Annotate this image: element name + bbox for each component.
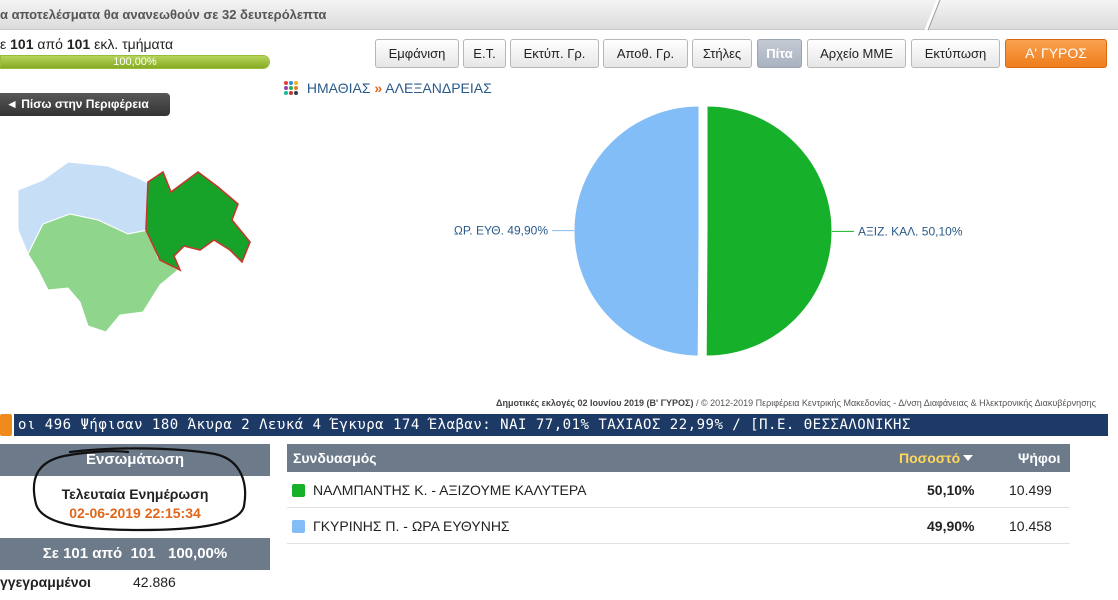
refresh-bar: α αποτελέσματα θα ανανεωθούν σε 32 δευτε… — [0, 0, 1118, 30]
combination-votes: 10.458 — [1009, 518, 1052, 534]
table-row[interactable]: ΝΑΛΜΠΑΝΤΗΣ Κ. - ΑΞΙΖΟΥΜΕ ΚΑΛΥΤΕΡΑ 50,10%… — [287, 472, 1070, 508]
breadcrumb-prefecture[interactable]: ΗΜΑΘΙΑΣ — [307, 80, 371, 96]
results-table: Συνδυασμός Ποσοστό Ψήφοι ΝΑΛΜΠΑΝΤΗΣ Κ. -… — [287, 444, 1070, 544]
combination-votes: 10.499 — [1009, 482, 1052, 498]
col-combination[interactable]: Συνδυασμός — [293, 450, 377, 466]
map-region-alexandreia[interactable] — [145, 170, 251, 272]
color-swatch — [292, 484, 305, 497]
back-to-region-button[interactable]: ◄ Πίσω στην Περιφέρεια — [0, 93, 170, 116]
pie-button[interactable]: Πίτα — [757, 39, 802, 68]
combination-name: ΝΑΛΜΠΑΝΤΗΣ Κ. - ΑΞΙΖΟΥΜΕ ΚΑΛΥΤΕΡΑ — [313, 482, 587, 498]
sections-counted-label: ε 101 από 101 εκλ. τμήματα — [0, 36, 174, 52]
color-swatch — [292, 520, 305, 533]
progress-percent: 100,00% — [113, 56, 157, 68]
columns-button[interactable]: Στήλες — [692, 39, 752, 68]
sections-summary: Σε 101 από 101 100,00% — [0, 538, 270, 570]
results-pie-chart: ΑΞΙΖ. ΚΑΛ. 50,10% ΩΡ. ΕΥΘ. 49,90% — [454, 105, 963, 357]
breadcrumb-separator: » — [374, 80, 383, 96]
combination-percent: 49,90% — [927, 518, 975, 534]
results-header-row: Συνδυασμός Ποσοστό Ψήφοι — [287, 444, 1070, 472]
header-decoration-icon — [924, 0, 941, 30]
print-button[interactable]: Εκτύπωση — [911, 39, 1000, 68]
table-row[interactable]: ΓΚΥΡΙΝΗΣ Π. - ΩΡΑ ΕΥΘΥΝΗΣ 49,90% 10.458 — [287, 508, 1070, 544]
registered-voters-label: γγεγραμμένοι — [0, 574, 91, 590]
pie-label-axizoume: ΑΞΙΖ. ΚΑΛ. 50,10% — [858, 224, 963, 238]
et-button[interactable]: Ε.Τ. — [463, 39, 506, 68]
refresh-countdown: α αποτελέσματα θα ανανεωθούν σε 32 δευτε… — [0, 7, 327, 22]
show-button[interactable]: Εμφάνιση — [375, 39, 459, 68]
pie-label-ora-eythynis: ΩΡ. ΕΥΘ. 49,90% — [454, 224, 548, 238]
media-file-button[interactable]: Αρχείο ΜΜΕ — [807, 39, 906, 68]
combination-percent: 50,10% — [927, 482, 975, 498]
news-ticker: οι 496 Ψήφισαν 180 Άκυρα 2 Λευκά 4 Έγκυρ… — [14, 414, 1108, 436]
print-chart-button[interactable]: Εκτύπ. Γρ. — [510, 39, 599, 68]
handdrawn-circle-annotation — [32, 447, 247, 532]
pie-slice-ora-eythynis[interactable] — [573, 105, 700, 357]
pie-slice-axizoume[interactable] — [705, 105, 833, 357]
first-round-button[interactable]: Α' ΓΥΡΟΣ — [1005, 39, 1107, 68]
sort-desc-icon — [963, 455, 974, 461]
colored-dots-icon — [284, 81, 298, 95]
rss-icon[interactable] — [0, 414, 12, 436]
footer-credit: Δημοτικές εκλογές 02 Ιουνίου 2019 (Β' ΓΥ… — [496, 398, 1096, 408]
registered-voters-row: γγεγραμμένοι 42.886 — [0, 574, 176, 590]
save-chart-button[interactable]: Αποθ. Γρ. — [603, 39, 688, 68]
col-votes[interactable]: Ψήφοι — [1018, 450, 1060, 466]
registered-voters-value: 42.886 — [133, 574, 176, 590]
ticker-text: οι 496 Ψήφισαν 180 Άκυρα 2 Λευκά 4 Έγκυρ… — [18, 417, 911, 433]
municipality-map — [17, 161, 251, 333]
combination-name: ΓΚΥΡΙΝΗΣ Π. - ΩΡΑ ΕΥΘΥΝΗΣ — [313, 518, 510, 534]
col-percent[interactable]: Ποσοστό — [899, 450, 974, 466]
breadcrumb: ΗΜΑΘΙΑΣ » ΑΛΕΞΑΝΔΡΕΙΑΣ — [283, 80, 492, 96]
breadcrumb-municipality: ΑΛΕΞΑΝΔΡΕΙΑΣ — [385, 80, 492, 96]
